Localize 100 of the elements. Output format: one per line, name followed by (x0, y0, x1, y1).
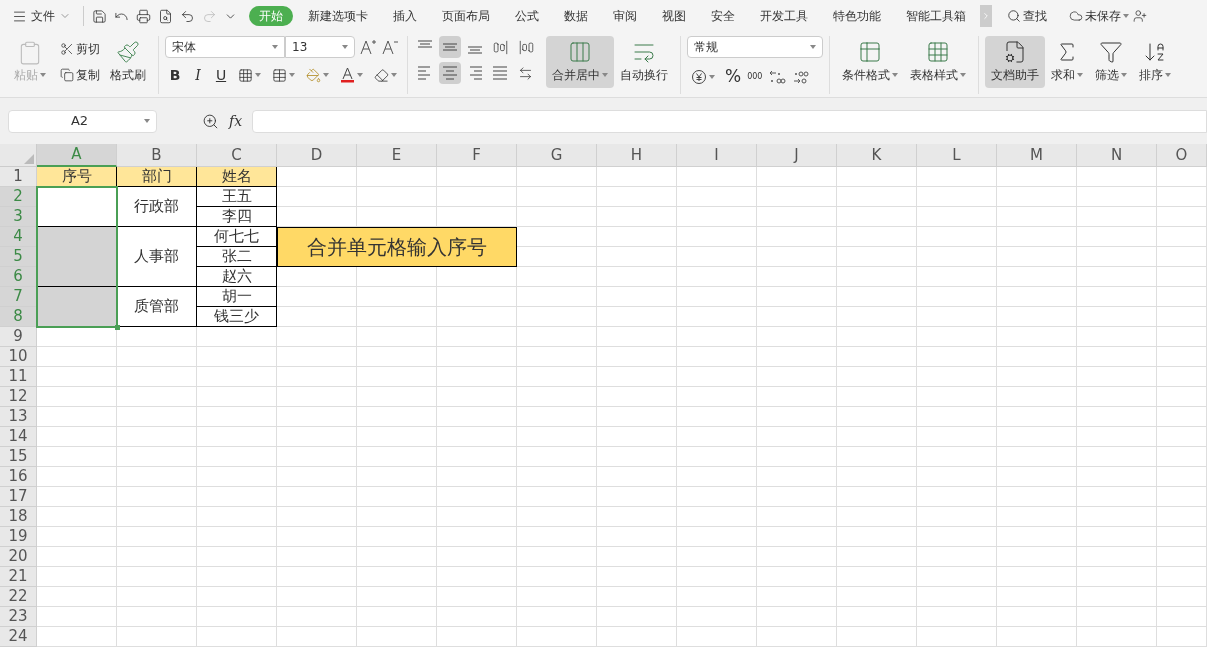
empty-cell[interactable] (517, 527, 597, 547)
empty-cell[interactable] (437, 607, 517, 627)
table-cell[interactable]: 合并单元格输入序号 (277, 227, 517, 267)
conditional-format-button[interactable]: 条件格式 (836, 36, 904, 88)
empty-cell[interactable] (917, 207, 997, 227)
empty-cell[interactable] (997, 487, 1077, 507)
empty-cell[interactable] (437, 427, 517, 447)
empty-cell[interactable] (837, 567, 917, 587)
empty-cell[interactable] (597, 267, 677, 287)
empty-cell[interactable] (517, 307, 597, 327)
empty-cell[interactable] (757, 387, 837, 407)
empty-cell[interactable] (437, 627, 517, 647)
empty-cell[interactable] (517, 367, 597, 387)
empty-cell[interactable] (917, 467, 997, 487)
empty-cell[interactable] (1077, 247, 1157, 267)
empty-cell[interactable] (757, 607, 837, 627)
empty-cell[interactable] (837, 427, 917, 447)
empty-cell[interactable] (1077, 327, 1157, 347)
empty-cell[interactable] (917, 527, 997, 547)
empty-cell[interactable] (997, 407, 1077, 427)
table-cell[interactable]: 赵六 (197, 267, 277, 287)
empty-cell[interactable] (517, 407, 597, 427)
column-header[interactable]: N (1077, 144, 1157, 167)
empty-cell[interactable] (997, 627, 1077, 647)
thousands-button[interactable]: 000 (747, 72, 763, 81)
empty-cell[interactable] (917, 187, 997, 207)
empty-cell[interactable] (997, 307, 1077, 327)
empty-cell[interactable] (597, 527, 677, 547)
number-format-field[interactable]: 常规 (687, 36, 823, 58)
empty-cell[interactable] (757, 287, 837, 307)
column-header[interactable]: E (357, 144, 437, 167)
empty-cell[interactable] (197, 547, 277, 567)
empty-cell[interactable] (597, 507, 677, 527)
table-cell[interactable]: 张二 (197, 247, 277, 267)
row-header[interactable]: 20 (0, 547, 37, 567)
table-cell[interactable]: 胡一 (197, 287, 277, 307)
empty-cell[interactable] (357, 567, 437, 587)
empty-cell[interactable] (837, 247, 917, 267)
empty-cell[interactable] (1077, 307, 1157, 327)
empty-cell[interactable] (197, 447, 277, 467)
empty-cell[interactable] (517, 387, 597, 407)
find-button[interactable]: 查找 (1007, 7, 1047, 25)
menu-tab[interactable]: 插入 (383, 6, 427, 26)
table-cell[interactable]: 行政部 (117, 187, 197, 227)
menu-tab[interactable]: 公式 (505, 6, 549, 26)
table-style-button[interactable]: 表格样式 (904, 36, 972, 88)
print-preview-icon[interactable] (158, 8, 173, 24)
decrease-decimal-icon[interactable] (792, 68, 811, 85)
empty-cell[interactable] (757, 567, 837, 587)
empty-cell[interactable] (597, 207, 677, 227)
empty-cell[interactable] (277, 527, 357, 547)
empty-cell[interactable] (1157, 287, 1207, 307)
empty-cell[interactable] (917, 487, 997, 507)
empty-cell[interactable] (597, 587, 677, 607)
empty-cell[interactable] (997, 507, 1077, 527)
empty-cell[interactable] (517, 607, 597, 627)
empty-cell[interactable] (917, 407, 997, 427)
empty-cell[interactable] (677, 507, 757, 527)
empty-cell[interactable] (597, 487, 677, 507)
empty-cell[interactable] (677, 267, 757, 287)
empty-cell[interactable] (437, 387, 517, 407)
empty-cell[interactable] (277, 467, 357, 487)
empty-cell[interactable] (517, 427, 597, 447)
empty-cell[interactable] (837, 607, 917, 627)
empty-cell[interactable] (837, 627, 917, 647)
empty-cell[interactable] (917, 547, 997, 567)
empty-cell[interactable] (517, 187, 597, 207)
empty-cell[interactable] (1157, 527, 1207, 547)
empty-cell[interactable] (597, 447, 677, 467)
empty-cell[interactable] (1157, 447, 1207, 467)
empty-cell[interactable] (1157, 187, 1207, 207)
empty-cell[interactable] (1157, 307, 1207, 327)
column-header[interactable]: K (837, 144, 917, 167)
empty-cell[interactable] (997, 367, 1077, 387)
empty-cell[interactable] (197, 367, 277, 387)
empty-cell[interactable] (837, 347, 917, 367)
empty-cell[interactable] (677, 447, 757, 467)
row-header[interactable]: 21 (0, 567, 37, 587)
empty-cell[interactable] (597, 467, 677, 487)
column-header[interactable]: I (677, 144, 757, 167)
row-header[interactable]: 24 (0, 627, 37, 647)
decrease-font-icon[interactable] (381, 38, 399, 56)
empty-cell[interactable] (1157, 207, 1207, 227)
empty-cell[interactable] (277, 547, 357, 567)
empty-cell[interactable] (437, 487, 517, 507)
empty-cell[interactable] (357, 187, 437, 207)
empty-cell[interactable] (357, 287, 437, 307)
empty-cell[interactable] (357, 507, 437, 527)
empty-cell[interactable] (757, 547, 837, 567)
empty-cell[interactable] (917, 507, 997, 527)
empty-cell[interactable] (437, 407, 517, 427)
empty-cell[interactable] (997, 427, 1077, 447)
empty-cell[interactable] (597, 347, 677, 367)
empty-cell[interactable] (1077, 627, 1157, 647)
empty-cell[interactable] (1157, 487, 1207, 507)
column-header[interactable]: O (1157, 144, 1207, 167)
empty-cell[interactable] (757, 167, 837, 187)
empty-cell[interactable] (517, 627, 597, 647)
empty-cell[interactable] (437, 367, 517, 387)
empty-cell[interactable] (997, 207, 1077, 227)
